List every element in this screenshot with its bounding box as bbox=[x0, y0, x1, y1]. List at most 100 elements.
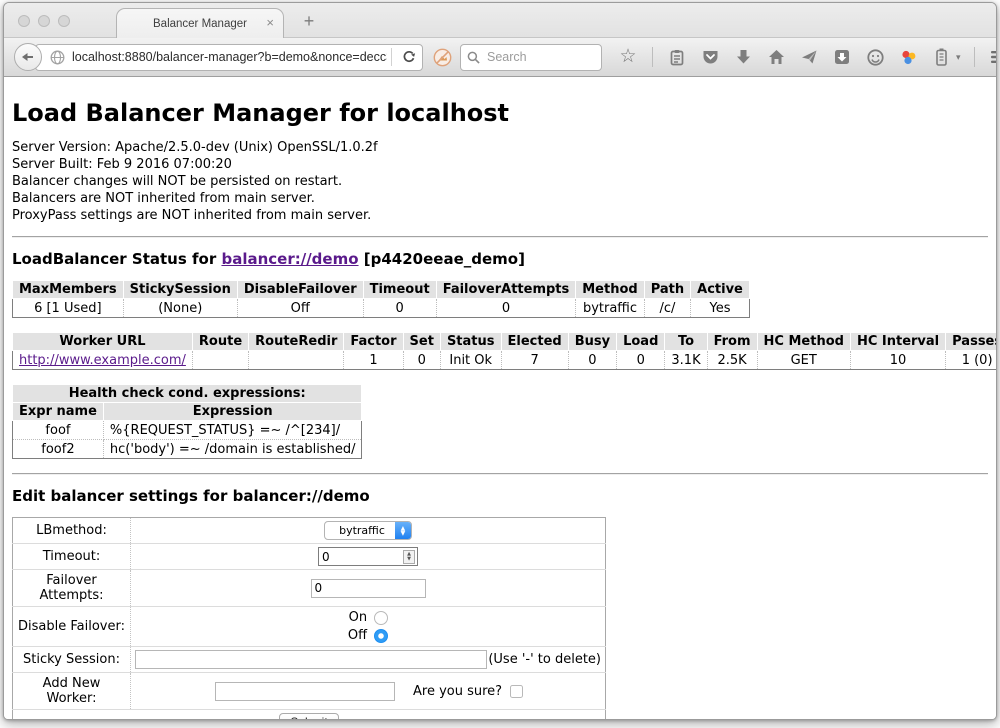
header-cell: Elected bbox=[501, 333, 568, 351]
minimize-window-button[interactable] bbox=[38, 15, 50, 27]
header-cell: DisableFailover bbox=[237, 281, 363, 299]
cell: 2.5K bbox=[707, 351, 757, 370]
cell: 0 bbox=[403, 351, 440, 370]
header-cell: Expr name bbox=[13, 403, 104, 421]
table-row: 6 [1 Used](None)Off00bytraffic/c/Yes bbox=[13, 299, 750, 318]
are-you-sure-checkbox[interactable] bbox=[510, 685, 523, 698]
url-bar[interactable]: localhost:8880/balancer-manager?b=demo&n… bbox=[35, 44, 423, 71]
forum-smiley-icon[interactable] bbox=[865, 46, 885, 68]
cell: foof2 bbox=[13, 440, 104, 459]
cell: 1 (0) bbox=[946, 351, 996, 370]
cell: (None) bbox=[123, 299, 237, 318]
disable-failover-on-radio[interactable] bbox=[374, 611, 388, 625]
cell: 3.1K bbox=[665, 351, 707, 370]
balancer-demo-link[interactable]: balancer://demo bbox=[221, 250, 358, 268]
header-cell: Passes bbox=[946, 333, 996, 351]
close-tab-icon[interactable]: × bbox=[266, 15, 274, 30]
worker-url-link[interactable]: http://www.example.com/ bbox=[19, 353, 186, 368]
cell: Yes bbox=[691, 299, 750, 318]
toolbar-divider bbox=[652, 47, 653, 67]
radio-off-label: Off bbox=[348, 628, 367, 643]
reload-icon bbox=[402, 50, 416, 64]
sticky-session-input[interactable] bbox=[135, 650, 487, 669]
table-row: foof%{REQUEST_STATUS} =~ /^[234]/ bbox=[13, 421, 362, 440]
are-you-sure-label: Are you sure? bbox=[413, 684, 502, 699]
balancer-settings-form: LBmethod: bytraffic ▲▼ Timeout: ▲▼ bbox=[12, 517, 606, 719]
reload-button[interactable] bbox=[396, 45, 422, 70]
download-panel-icon[interactable] bbox=[832, 46, 852, 68]
cell: 6 [1 Used] bbox=[13, 299, 124, 318]
persist-note: Balancer changes will NOT be persisted o… bbox=[12, 173, 988, 190]
add-worker-row: Add New Worker: Are you sure? bbox=[13, 673, 606, 710]
failover-attempts-input[interactable] bbox=[311, 579, 426, 598]
cell: 0 bbox=[436, 299, 576, 318]
page-content: Load Balancer Manager for localhost Serv… bbox=[4, 77, 996, 719]
table-row: http://www.example.com/ 10Init Ok7003.1K… bbox=[13, 351, 997, 370]
search-bar[interactable] bbox=[460, 44, 602, 71]
cell: GET bbox=[757, 351, 850, 370]
header-cell: HC Method bbox=[757, 333, 850, 351]
cell: Init Ok bbox=[440, 351, 501, 370]
pocket-icon[interactable] bbox=[700, 46, 720, 68]
lbmethod-row: LBmethod: bytraffic ▲▼ bbox=[13, 518, 606, 544]
cell: 1 bbox=[344, 351, 403, 370]
toolbar-icons: ☆ bbox=[618, 46, 997, 68]
header-cell: Active bbox=[691, 281, 750, 299]
health-check-title: Health check cond. expressions: bbox=[13, 385, 362, 403]
cell: 0 bbox=[568, 351, 616, 370]
battery-extension-icon[interactable] bbox=[931, 46, 951, 68]
header-cell: Path bbox=[644, 281, 690, 299]
status-heading-prefix: LoadBalancer Status for bbox=[12, 250, 221, 268]
header-cell: Expression bbox=[103, 403, 362, 421]
search-input[interactable] bbox=[485, 49, 595, 65]
proxypass-note: ProxyPass settings are NOT inherited fro… bbox=[12, 207, 988, 224]
color-dots-extension-icon[interactable] bbox=[898, 46, 918, 68]
blocked-image-icon bbox=[433, 48, 452, 67]
header-cell: StickySession bbox=[123, 281, 237, 299]
cell bbox=[192, 351, 248, 370]
edit-settings-heading: Edit balancer settings for balancer://de… bbox=[12, 487, 988, 505]
site-identity-globe-icon[interactable] bbox=[50, 50, 65, 65]
cell: 0 bbox=[617, 351, 665, 370]
number-spinner[interactable]: ▲▼ bbox=[403, 550, 415, 564]
table-header-row: MaxMembersStickySessionDisableFailoverTi… bbox=[13, 281, 750, 299]
disable-failover-off-radio[interactable] bbox=[374, 629, 388, 643]
sticky-session-hint: (Use '-' to delete) bbox=[488, 652, 601, 667]
zoom-window-button[interactable] bbox=[58, 15, 70, 27]
blocked-content-extension-button[interactable] bbox=[433, 43, 452, 71]
header-cell: RouteRedir bbox=[249, 333, 344, 351]
downloads-icon[interactable] bbox=[733, 46, 753, 68]
cell: Off bbox=[237, 299, 363, 318]
overflow-caret-icon[interactable]: ▾ bbox=[956, 52, 961, 63]
header-cell: Timeout bbox=[363, 281, 436, 299]
bookmark-star-icon[interactable]: ☆ bbox=[618, 46, 638, 68]
new-tab-button[interactable]: + bbox=[296, 8, 322, 34]
cell: hc('body') =~ /domain is established/ bbox=[103, 440, 362, 459]
header-cell: Worker URL bbox=[13, 333, 193, 351]
header-cell: Set bbox=[403, 333, 440, 351]
header-cell: Method bbox=[576, 281, 644, 299]
close-window-button[interactable] bbox=[18, 15, 30, 27]
reading-list-icon[interactable] bbox=[667, 46, 687, 68]
submit-button[interactable]: Submit bbox=[279, 713, 338, 719]
divider bbox=[12, 236, 988, 238]
cell: /c/ bbox=[644, 299, 690, 318]
back-arrow-icon bbox=[21, 50, 35, 64]
send-plane-icon[interactable] bbox=[799, 46, 819, 68]
cell: foof bbox=[13, 421, 104, 440]
home-icon[interactable] bbox=[766, 46, 786, 68]
balancer-status-table: MaxMembersStickySessionDisableFailoverTi… bbox=[12, 280, 750, 318]
header-cell: From bbox=[707, 333, 757, 351]
tab-title: Balancer Manager bbox=[153, 18, 247, 30]
add-worker-input[interactable] bbox=[215, 682, 395, 701]
header-cell: HC Interval bbox=[850, 333, 945, 351]
menu-hamburger-icon[interactable] bbox=[989, 46, 997, 68]
back-button[interactable] bbox=[14, 43, 42, 71]
lbmethod-select[interactable]: bytraffic ▲▼ bbox=[324, 521, 412, 540]
add-worker-label: Add New Worker: bbox=[13, 673, 131, 710]
toolbar-divider bbox=[974, 47, 975, 67]
header-cell: Status bbox=[440, 333, 501, 351]
url-text[interactable]: localhost:8880/balancer-manager?b=demo&n… bbox=[72, 50, 387, 64]
disable-failover-label: Disable Failover: bbox=[13, 607, 131, 647]
tab-balancer-manager[interactable]: Balancer Manager × bbox=[116, 8, 284, 38]
